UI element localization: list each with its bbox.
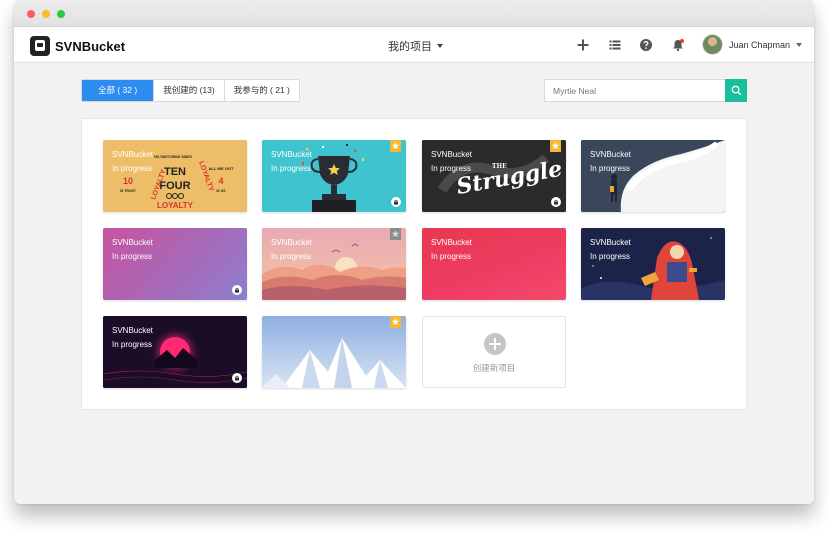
top-navbar: SVNBucket 我的项目 Juan Chapman [14, 27, 814, 63]
create-project-button[interactable]: 创建新项目 [422, 316, 566, 388]
star-bookmark-icon[interactable] [390, 228, 401, 240]
art-text: FOUR [159, 180, 190, 192]
create-project-label: 创建新项目 [472, 363, 516, 373]
project-status: In progress [590, 164, 631, 173]
star-bookmark-icon[interactable] [390, 316, 401, 328]
search-input[interactable] [544, 79, 725, 102]
maximize-window-button[interactable] [57, 10, 65, 18]
user-name: Juan Chapman [729, 39, 791, 50]
art-text: LOYALTY [157, 201, 194, 210]
project-name: SVNBucket [112, 238, 153, 247]
projects-panel: NO SWITCHING SIDES TEN FOUR ALL WE GOT 1… [81, 118, 747, 410]
project-filter-tabs: 全部 ( 32 ) 我创建的 (13) 我参与的 ( 21 ) [81, 79, 300, 102]
project-name: SVNBucket [431, 238, 472, 247]
avatar [702, 34, 723, 55]
search-icon [731, 85, 741, 96]
project-card[interactable]: SVNBucket In progress [581, 228, 725, 300]
project-name: SVNBucket [112, 326, 153, 335]
project-card[interactable]: SVNBucket In progress [581, 140, 725, 212]
logo-text: SVNBucket [55, 38, 126, 54]
project-status: In progress [431, 252, 472, 261]
search-button[interactable] [725, 79, 747, 102]
lock-icon [232, 373, 242, 383]
art-text: 4 [218, 176, 223, 186]
minimize-window-button[interactable] [42, 10, 50, 18]
help-icon[interactable] [639, 38, 653, 52]
project-card[interactable]: NO SWITCHING SIDES TEN FOUR ALL WE GOT 1… [103, 140, 247, 212]
star-bookmark-icon[interactable] [550, 140, 561, 152]
project-card[interactable]: SVNBucket In progress [103, 316, 247, 388]
art-text: IS TRUST [120, 189, 137, 193]
add-circle-icon [484, 333, 506, 355]
app-window: SVNBucket 我的项目 Juan Chapman 全部 ( 32 ) 我创… [14, 0, 814, 504]
project-status: In progress [112, 252, 153, 261]
lock-icon [551, 197, 561, 207]
my-projects-label: 我的项目 [388, 41, 432, 53]
project-card[interactable]: SVNBucket In progress [103, 228, 247, 300]
project-status: In progress [590, 252, 631, 261]
project-name: SVNBucket [590, 150, 631, 159]
project-status: In progress [112, 164, 153, 173]
tab-all[interactable]: 全部 ( 32 ) [82, 80, 155, 101]
project-name: SVNBucket [112, 150, 153, 159]
art-text: 10 [123, 176, 133, 186]
project-card[interactable]: THE Struggle SVNBucket In progress [422, 140, 566, 212]
tab-participating[interactable]: 我参与的 ( 21 ) [225, 80, 299, 101]
tab-created-by-me[interactable]: 我创建的 (13) [154, 80, 225, 101]
art-text: NO SWITCHING SIDES [154, 155, 192, 159]
user-menu[interactable]: Juan Chapman [702, 34, 803, 55]
project-name: SVNBucket [271, 150, 312, 159]
chevron-down-icon [796, 42, 803, 47]
project-status: In progress [431, 164, 472, 173]
logo-icon [30, 36, 50, 56]
project-status: In progress [112, 340, 153, 349]
project-status: In progress [271, 164, 312, 173]
project-card[interactable]: SVNBucket In progress [262, 228, 406, 300]
project-name: SVNBucket [590, 238, 631, 247]
my-projects-dropdown[interactable]: 我的项目 [388, 38, 443, 54]
art-text: ALL WE GOT [208, 166, 234, 171]
lock-icon [232, 285, 242, 295]
logo[interactable]: SVNBucket [30, 36, 125, 56]
close-window-button[interactable] [27, 10, 35, 18]
star-bookmark-icon[interactable] [390, 140, 401, 152]
project-name: SVNBucket [271, 238, 312, 247]
project-name: SVNBucket [431, 150, 472, 159]
art-text: IS US [216, 189, 226, 193]
project-status: In progress [271, 252, 312, 261]
plus-icon[interactable] [576, 38, 590, 52]
project-card[interactable]: SVNBucket In progress [422, 228, 566, 300]
list-icon[interactable] [608, 38, 622, 52]
title-bar [14, 0, 814, 27]
project-card[interactable]: SVNBucket In progress [262, 140, 406, 212]
chevron-down-icon [437, 44, 443, 48]
lock-icon [391, 197, 401, 207]
bell-icon[interactable] [671, 38, 685, 52]
project-art [262, 316, 406, 388]
project-card[interactable] [262, 316, 406, 388]
search-bar [544, 79, 747, 102]
